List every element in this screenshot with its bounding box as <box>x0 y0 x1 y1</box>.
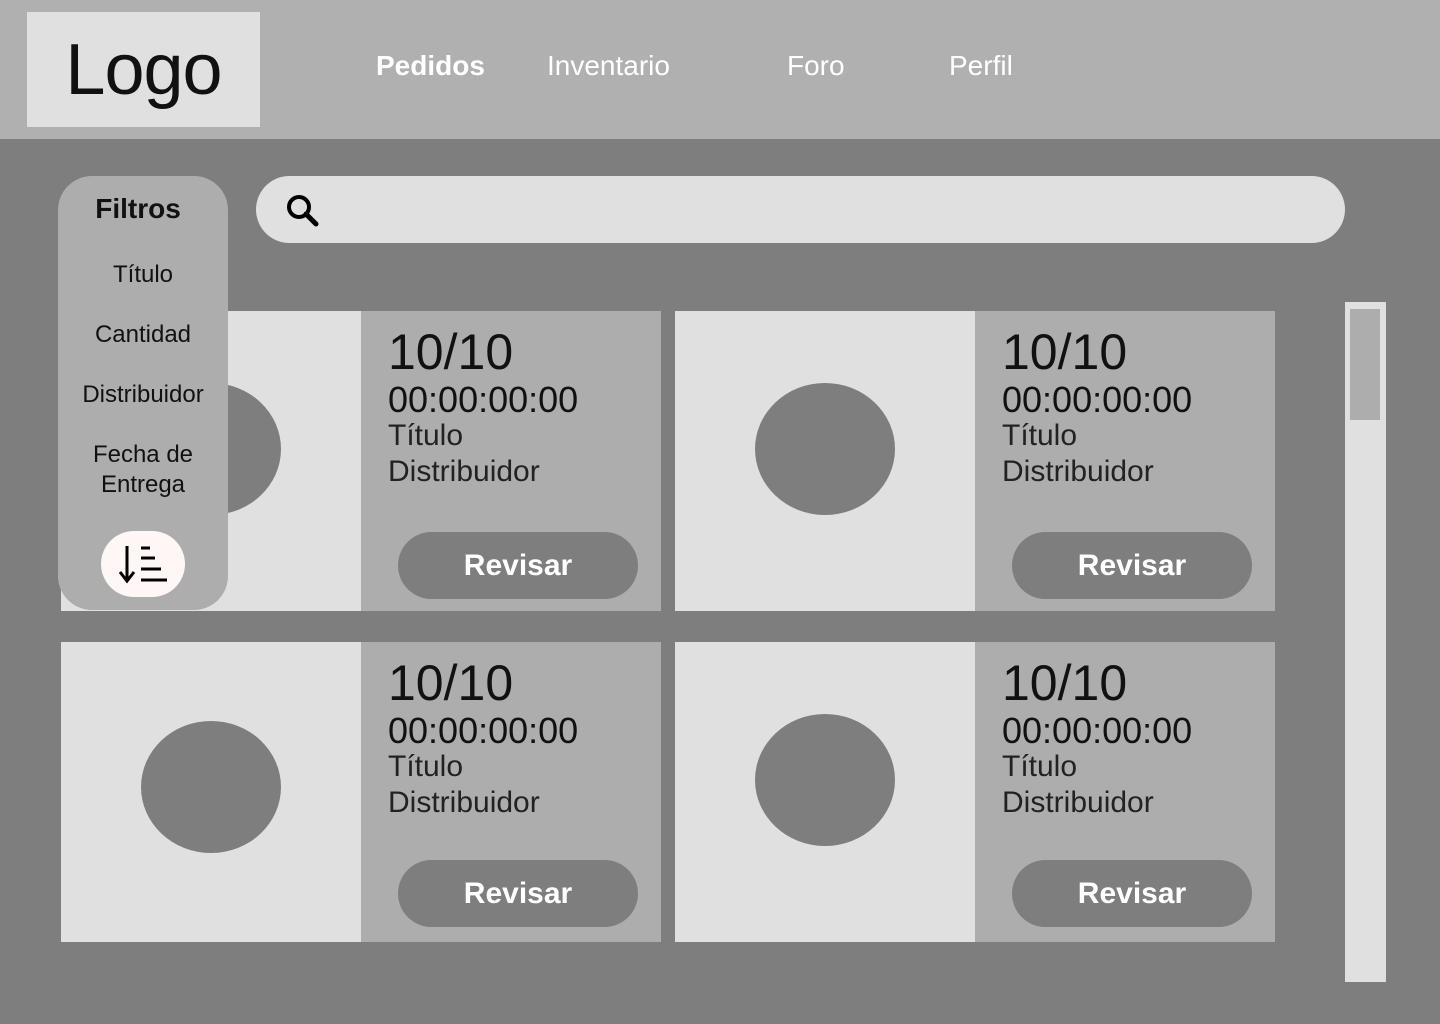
card-score: 10/10 <box>1002 324 1128 380</box>
nav-foro[interactable]: Foro <box>787 50 845 82</box>
card-time: 00:00:00:00 <box>1002 710 1193 751</box>
card-info: 10/10 00:00:00:00 Título Distribuidor Re… <box>361 311 661 611</box>
filters-title[interactable]: Filtros <box>58 193 218 225</box>
card-title: Título <box>388 750 464 783</box>
card-score: 10/10 <box>388 324 514 380</box>
logo[interactable]: Logo <box>27 12 260 127</box>
card-time: 00:00:00:00 <box>388 710 579 751</box>
card-title: Título <box>1002 419 1078 452</box>
image-placeholder <box>755 714 895 846</box>
filter-option-fecha-entrega[interactable]: Fecha de Entrega <box>58 440 228 500</box>
order-card: 10/10 00:00:00:00 Título Distribuidor Re… <box>675 642 1275 942</box>
search-icon[interactable] <box>284 192 320 228</box>
card-time: 00:00:00:00 <box>388 379 579 420</box>
nav-pedidos[interactable]: Pedidos <box>376 50 485 82</box>
review-button[interactable]: Revisar <box>398 532 638 599</box>
search-input[interactable] <box>336 188 1320 232</box>
nav-perfil[interactable]: Perfil <box>949 50 1013 82</box>
card-info: 10/10 00:00:00:00 Título Distribuidor Re… <box>975 311 1275 611</box>
scrollbar-thumb[interactable] <box>1350 309 1380 420</box>
nav-inventario[interactable]: Inventario <box>547 50 670 82</box>
card-image <box>675 642 975 942</box>
card-score: 10/10 <box>388 655 514 711</box>
image-placeholder <box>755 383 895 515</box>
top-header: Logo Pedidos Inventario Foro Perfil <box>0 0 1440 139</box>
review-button[interactable]: Revisar <box>1012 532 1252 599</box>
card-distributor: Distribuidor <box>388 455 540 488</box>
card-image <box>61 642 361 942</box>
filter-option-distribuidor[interactable]: Distribuidor <box>58 380 228 410</box>
card-title: Título <box>388 419 464 452</box>
filter-option-titulo[interactable]: Título <box>58 260 228 290</box>
search-bar[interactable] <box>256 176 1345 243</box>
card-title: Título <box>1002 750 1078 783</box>
card-distributor: Distribuidor <box>388 786 540 819</box>
filters-panel: Filtros Título Cantidad Distribuidor Fec… <box>58 176 228 610</box>
review-button[interactable]: Revisar <box>398 860 638 927</box>
order-card: 10/10 00:00:00:00 Título Distribuidor Re… <box>675 311 1275 611</box>
card-info: 10/10 00:00:00:00 Título Distribuidor Re… <box>361 642 661 942</box>
card-distributor: Distribuidor <box>1002 455 1154 488</box>
card-image <box>675 311 975 611</box>
review-button[interactable]: Revisar <box>1012 860 1252 927</box>
card-time: 00:00:00:00 <box>1002 379 1193 420</box>
card-info: 10/10 00:00:00:00 Título Distribuidor Re… <box>975 642 1275 942</box>
sort-button[interactable] <box>101 531 185 597</box>
sort-descending-icon <box>118 546 167 584</box>
order-card: 10/10 00:00:00:00 Título Distribuidor Re… <box>61 642 661 942</box>
filter-option-cantidad[interactable]: Cantidad <box>58 320 228 350</box>
card-score: 10/10 <box>1002 655 1128 711</box>
image-placeholder <box>141 721 281 853</box>
scrollbar[interactable] <box>1345 302 1386 982</box>
card-distributor: Distribuidor <box>1002 786 1154 819</box>
